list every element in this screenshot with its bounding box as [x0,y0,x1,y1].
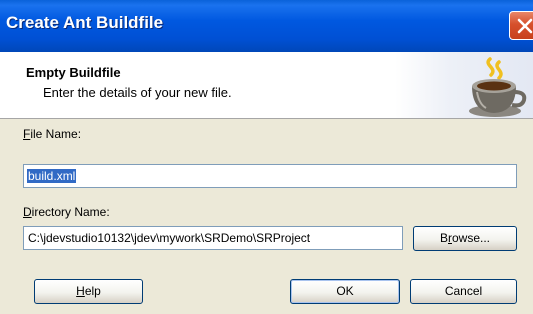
cancel-button[interactable]: Cancel [410,279,517,304]
coffee-cup-icon [469,57,527,117]
directory-name-input[interactable]: C:\jdevstudio10132\jdev\mywork\SRDemo\SR… [23,226,403,250]
header-subtitle: Enter the details of your new file. [43,85,232,100]
close-icon [517,18,533,34]
window-title: Create Ant Buildfile [6,13,164,32]
help-button[interactable]: Help [34,279,143,304]
file-name-label: File Name: [23,127,82,141]
file-name-input[interactable]: build.xml [23,164,517,188]
header-title: Empty Buildfile [26,65,121,80]
directory-name-label: Directory Name: [23,205,110,219]
browse-button[interactable]: Browse... [413,226,517,251]
title-bar[interactable]: Create Ant Buildfile [0,0,533,52]
create-ant-buildfile-dialog: Create Ant Buildfile Empty Buildfile Ent… [0,0,533,314]
file-name-value: build.xml [27,169,77,183]
ok-button[interactable]: OK [290,279,400,304]
dialog-header: Empty Buildfile Enter the details of you… [0,52,533,119]
directory-name-value: C:\jdevstudio10132\jdev\mywork\SRDemo\SR… [28,231,311,245]
close-button[interactable] [509,11,533,40]
